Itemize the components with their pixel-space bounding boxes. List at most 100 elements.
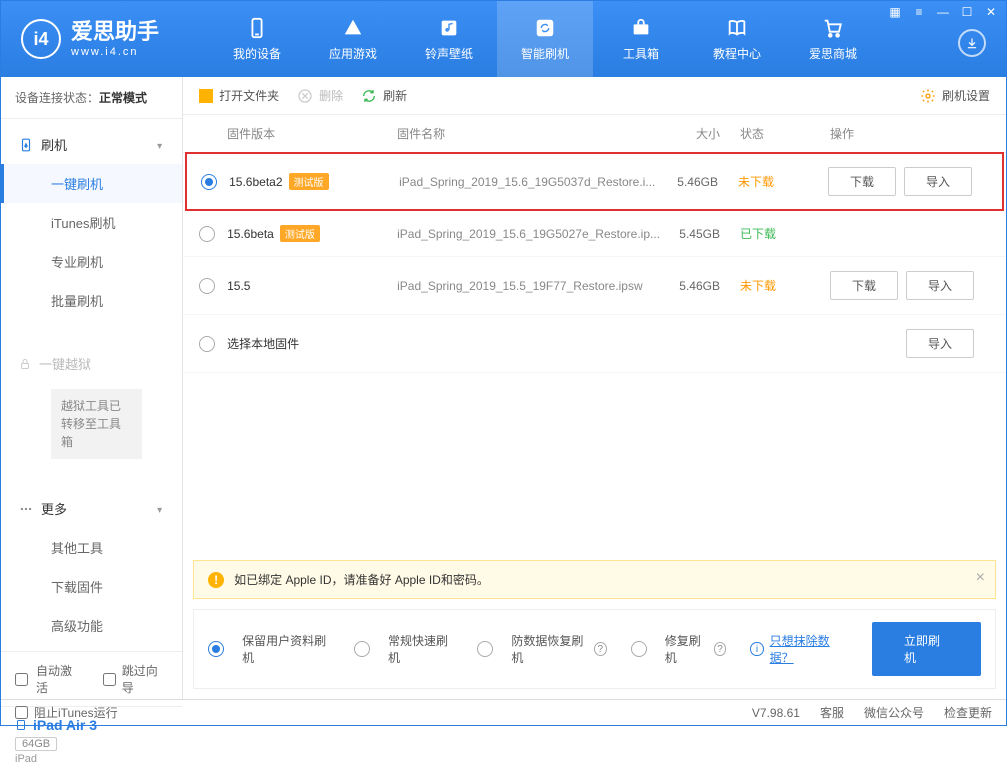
more-icon (19, 502, 33, 516)
fw-version: 15.5 (227, 279, 397, 293)
radio-button[interactable] (199, 226, 215, 242)
sidebar-itunes-flash[interactable]: iTunes刷机 (1, 203, 182, 242)
service-link[interactable]: 客服 (820, 704, 844, 721)
wechat-link[interactable]: 微信公众号 (864, 704, 924, 721)
check-update-link[interactable]: 检查更新 (944, 704, 992, 721)
download-button[interactable] (958, 29, 986, 57)
chevron-down-icon (157, 501, 164, 516)
logo-icon: i4 (21, 19, 61, 59)
phone-icon (246, 17, 268, 39)
nav-label: 铃声壁纸 (425, 45, 473, 62)
radio-button[interactable] (199, 278, 215, 294)
sidebar-options: 自动激活 跳过向导 (1, 652, 182, 706)
sidebar-batch-flash[interactable]: 批量刷机 (1, 281, 182, 320)
fw-name: iPad_Spring_2019_15.6_19G5027e_Restore.i… (397, 227, 660, 241)
skip-guide-checkbox[interactable] (103, 673, 116, 686)
notice-close-button[interactable]: × (976, 569, 985, 587)
label: 更多 (41, 499, 67, 518)
sidebar-other-tools[interactable]: 其他工具 (1, 528, 182, 567)
erase-link[interactable]: i 只想抹除数据？ (750, 632, 848, 666)
toolbox-icon (630, 17, 652, 39)
nav-tutorials[interactable]: 教程中心 (689, 1, 785, 77)
fw-name: iPad_Spring_2019_15.5_19F77_Restore.ipsw (397, 279, 660, 293)
sidebar: 设备连接状态：正常模式 刷机 一键刷机 iTunes刷机 专业刷机 批量刷机 一… (1, 77, 183, 699)
fw-ops: 下载导入 (828, 167, 988, 196)
block-itunes-checkbox[interactable] (15, 706, 28, 719)
nav-store[interactable]: 爱思商城 (785, 1, 881, 77)
info-icon[interactable]: ? (714, 642, 727, 656)
sidebar-flash-header[interactable]: 刷机 (1, 125, 182, 164)
close-icon[interactable]: ✕ (984, 5, 998, 19)
refresh-button[interactable]: 刷新 (361, 87, 407, 104)
book-icon (726, 17, 748, 39)
sidebar-advanced[interactable]: 高级功能 (1, 606, 182, 645)
minimize-icon[interactable]: — (936, 5, 950, 19)
folder-icon (199, 89, 213, 103)
fw-version: 15.6beta2 测试版 (229, 173, 399, 190)
fw-ops: 下载导入 (830, 271, 990, 300)
info-icon: i (750, 642, 763, 656)
sidebar-jailbreak-header: 一键越狱 (1, 344, 182, 383)
toolbar: 打开文件夹 删除 刷新 刷机设置 (183, 77, 1006, 115)
import-button[interactable]: 导入 (904, 167, 972, 196)
content-area: 打开文件夹 删除 刷新 刷机设置 固件版本 固件名称 大小 状态 操作 (183, 77, 1006, 699)
notice-text: 如已绑定 Apple ID，请准备好 Apple ID和密码。 (234, 571, 489, 588)
nav-ringtones[interactable]: 铃声壁纸 (401, 1, 497, 77)
device-icon (19, 136, 33, 154)
beta-badge: 测试版 (289, 173, 329, 190)
sidebar-pro-flash[interactable]: 专业刷机 (1, 242, 182, 281)
sidebar-download-fw[interactable]: 下载固件 (1, 567, 182, 606)
open-folder-button[interactable]: 打开文件夹 (199, 87, 279, 104)
nav-label: 我的设备 (233, 45, 281, 62)
radio-icon[interactable] (477, 641, 493, 657)
download-button[interactable]: 下载 (830, 271, 898, 300)
import-button[interactable]: 导入 (906, 271, 974, 300)
opt-normal[interactable]: 常规快速刷机 (354, 632, 453, 666)
grid-icon[interactable]: ▦ (888, 5, 902, 19)
nav-flash[interactable]: 智能刷机 (497, 1, 593, 77)
fw-version: 15.6beta 测试版 (227, 225, 397, 242)
label: 跳过向导 (122, 662, 168, 696)
delete-button[interactable]: 删除 (297, 87, 343, 104)
info-icon[interactable]: ? (594, 642, 607, 656)
import-button[interactable]: 导入 (906, 329, 974, 358)
fw-status: 已下载 (740, 225, 830, 242)
tablet-icon (15, 717, 27, 733)
sidebar-oneclick-flash[interactable]: 一键刷机 (1, 164, 182, 203)
nav-apps[interactable]: 应用游戏 (305, 1, 401, 77)
opt-repair[interactable]: 修复刷机 ? (631, 632, 727, 666)
opt-anti-recovery[interactable]: 防数据恢复刷机 ? (477, 632, 606, 666)
firmware-row[interactable]: 15.6beta2 测试版 iPad_Spring_2019_15.6_19G5… (185, 152, 1004, 211)
auto-activate-checkbox[interactable] (15, 673, 28, 686)
download-button[interactable]: 下载 (828, 167, 896, 196)
opt-keep-data[interactable]: 保留用户资料刷机 (208, 632, 330, 666)
firmware-row[interactable]: 15.6beta 测试版 iPad_Spring_2019_15.6_19G50… (183, 211, 1006, 257)
warning-icon: ! (208, 572, 224, 588)
firmware-row[interactable]: 选择本地固件 导入 (183, 315, 1006, 373)
nav-toolbox[interactable]: 工具箱 (593, 1, 689, 77)
version-label: V7.98.61 (752, 706, 800, 720)
menu-icon[interactable]: ≡ (912, 5, 926, 19)
nav-label: 应用游戏 (329, 45, 377, 62)
flash-now-button[interactable]: 立即刷机 (872, 622, 981, 676)
connection-status: 设备连接状态：正常模式 (1, 77, 182, 119)
radio-button[interactable] (199, 336, 215, 352)
flash-settings-button[interactable]: 刷机设置 (920, 87, 990, 104)
device-type: iPad (15, 753, 168, 765)
firmware-row[interactable]: 15.5 iPad_Spring_2019_15.5_19F77_Restore… (183, 257, 1006, 315)
nav-my-device[interactable]: 我的设备 (209, 1, 305, 77)
gear-icon (920, 88, 936, 104)
jailbreak-note: 越狱工具已转移至工具箱 (51, 389, 142, 459)
radio-button[interactable] (201, 174, 217, 190)
beta-badge: 测试版 (280, 225, 320, 242)
block-itunes-label: 阻止iTunes运行 (34, 704, 118, 721)
radio-icon[interactable] (208, 641, 224, 657)
music-icon (438, 17, 460, 39)
radio-icon[interactable] (354, 641, 370, 657)
maximize-icon[interactable]: ☐ (960, 5, 974, 19)
col-size: 大小 (660, 125, 740, 142)
brand-url: www.i4.cn (71, 46, 159, 59)
radio-icon[interactable] (631, 641, 647, 657)
sidebar-more-header[interactable]: 更多 (1, 489, 182, 528)
table-header: 固件版本 固件名称 大小 状态 操作 (183, 115, 1006, 153)
